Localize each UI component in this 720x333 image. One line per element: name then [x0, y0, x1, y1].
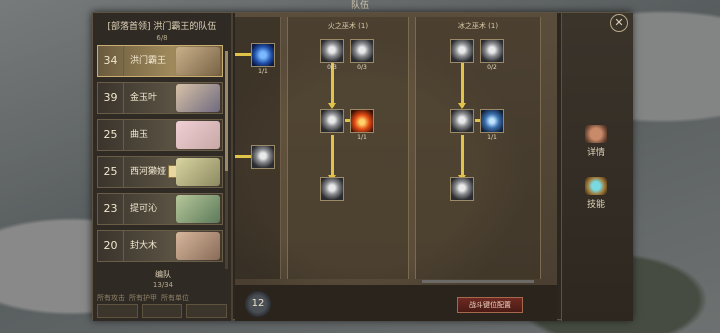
combat-keybind-button[interactable]: 战斗键位配置 [457, 297, 523, 313]
skill-node[interactable] [251, 145, 275, 169]
skill-node[interactable] [320, 177, 344, 201]
roster-count: 6/8 [156, 34, 168, 42]
member-portrait [176, 232, 220, 260]
team-label: 编队 [155, 270, 171, 279]
fire-column-title: 火之巫术 (1) [327, 22, 369, 30]
skill-node[interactable]: 0/2 [480, 39, 504, 71]
member-name: 曲玉 [130, 130, 149, 140]
skill-rank: 1/1 [357, 134, 367, 141]
save-team-button[interactable] [186, 304, 228, 318]
tab-skills[interactable]: 技能 [576, 177, 616, 211]
roster-member[interactable]: 25 西河獭娅 [97, 156, 223, 188]
roster-buttons [97, 304, 228, 318]
skill-rank: 1/1 [487, 134, 497, 141]
skill-link [461, 63, 464, 107]
skill-tree-area: 1/1 火之巫术 (1) 0/3 0/3 1/1 冰之巫术 (1) 0/2 1/… [235, 13, 557, 285]
roster-button-middle[interactable] [141, 304, 183, 318]
member-portrait [176, 195, 220, 223]
member-level: 39 [98, 83, 124, 113]
member-level: 20 [98, 231, 124, 261]
skill-bottom-bar: 12 战斗键位配置 保 存 [235, 285, 631, 321]
skill-node[interactable] [320, 109, 344, 133]
roster-member[interactable]: 39 金玉叶 [97, 82, 223, 114]
book-icon [585, 177, 607, 195]
party-window: [部落首领] 洪门霸王的队伍 6/8 34 洪门霸王 39 金玉叶 25 曲玉 … [92, 12, 633, 321]
roster-member[interactable]: 20 封大木 [97, 230, 223, 262]
skill-column-ice: 冰之巫术 (1) 0/2 1/1 [415, 17, 541, 283]
skill-rank: 0/2 [487, 64, 497, 71]
skill-rank: 0/3 [327, 64, 337, 71]
skill-column-left: 1/1 [235, 17, 281, 279]
member-portrait [176, 158, 220, 186]
member-level: 25 [98, 120, 124, 150]
member-name: 封大木 [130, 241, 158, 251]
filter-unit[interactable]: 所有单位 [161, 293, 189, 303]
roster-member[interactable]: 25 曲玉 [97, 119, 223, 151]
window-title: 队伍 [350, 1, 369, 11]
member-level: 23 [98, 194, 124, 224]
tab-details-label: 详情 [586, 148, 605, 158]
member-portrait [176, 84, 220, 112]
member-name: 提可沁 [130, 204, 158, 214]
skill-link [461, 135, 464, 179]
roster-panel: [部落首领] 洪门霸王的队伍 6/8 34 洪门霸王 39 金玉叶 25 曲玉 … [93, 13, 233, 321]
member-name: 洪门霸王 [130, 56, 167, 66]
roster-member[interactable]: 23 提可沁 [97, 193, 223, 225]
ice-column-title: 冰之巫术 (1) [457, 22, 499, 30]
tab-details[interactable]: 详情 [576, 125, 616, 159]
skill-node[interactable]: 1/1 [350, 109, 374, 141]
skill-rank: 1/1 [258, 68, 268, 75]
skill-node[interactable] [450, 177, 474, 201]
roster-header: [部落首领] 洪门霸王的队伍 [107, 22, 217, 32]
skill-node[interactable]: 0/3 [350, 39, 374, 71]
filter-attack[interactable]: 所有攻击 [97, 293, 125, 303]
skill-link [235, 155, 251, 158]
column-scrollbar[interactable] [422, 280, 534, 283]
skill-column-fire: 火之巫术 (1) 0/3 0/3 1/1 [287, 17, 409, 279]
member-level: 34 [98, 46, 124, 76]
arm-icon [585, 125, 607, 143]
member-portrait [176, 121, 220, 149]
member-name: 金玉叶 [130, 93, 158, 103]
filter-row: 所有攻击 所有护甲 所有单位 [97, 293, 227, 303]
skill-link [331, 135, 334, 179]
new-team-button[interactable] [97, 304, 138, 318]
skill-node[interactable]: 1/1 [480, 109, 504, 141]
close-button[interactable]: ✕ [610, 14, 628, 32]
skill-rank: 0/3 [357, 64, 367, 71]
skill-node[interactable]: 1/1 [251, 43, 275, 75]
member-portrait [176, 47, 220, 75]
roster-member[interactable]: 34 洪门霸王 [97, 45, 223, 77]
tab-skills-label: 技能 [586, 200, 605, 210]
member-level: 25 [98, 157, 124, 187]
skill-node[interactable]: 0/3 [320, 39, 344, 71]
skill-points-badge: 12 [245, 291, 271, 317]
roster-scrollbar-thumb[interactable] [225, 51, 228, 171]
skill-link [235, 53, 251, 56]
side-tabs: 详情 技能 [561, 13, 633, 321]
skill-node[interactable] [450, 109, 474, 133]
skill-node[interactable] [450, 39, 474, 63]
filter-armor[interactable]: 所有护甲 [129, 293, 157, 303]
member-name: 西河獭娅 [130, 167, 167, 177]
team-count: 13/34 [152, 281, 174, 289]
